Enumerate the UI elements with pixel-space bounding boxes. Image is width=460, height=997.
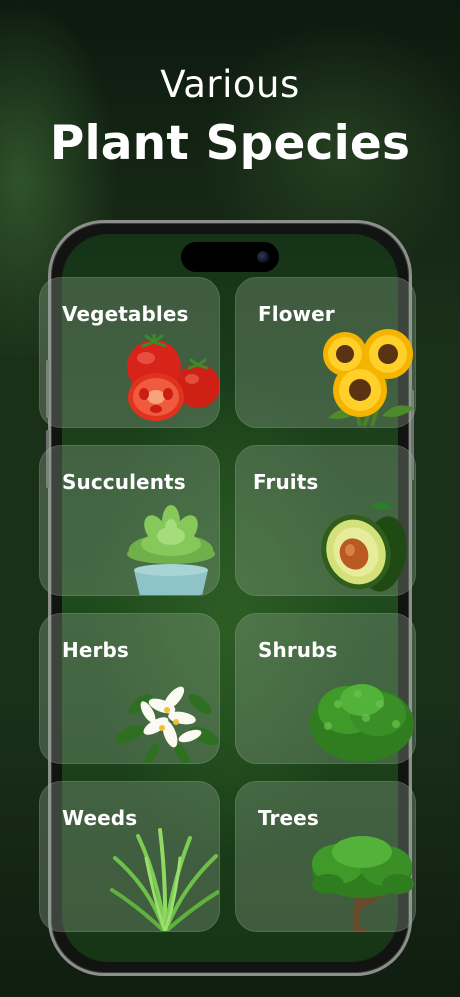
shrub-icon <box>310 684 414 762</box>
category-label: Succulents <box>62 470 186 494</box>
white-flower-icon <box>115 686 219 763</box>
category-label: Trees <box>258 806 319 830</box>
category-card-weeds[interactable]: Weeds <box>39 781 220 932</box>
category-label: Vegetables <box>62 302 189 326</box>
category-card-trees[interactable]: Trees <box>235 781 416 932</box>
category-label: Shrubs <box>258 638 338 662</box>
category-card-flower[interactable]: Flower <box>235 277 416 428</box>
category-label: Fruits <box>253 470 319 494</box>
sunflower-icon <box>323 329 414 427</box>
tomato-icon <box>127 334 219 421</box>
promo-title: Plant Species <box>49 116 411 171</box>
avocado-icon <box>321 502 407 592</box>
category-card-succulents[interactable]: Succulents <box>39 445 220 596</box>
dynamic-island <box>181 242 279 272</box>
category-card-fruits[interactable]: Fruits <box>235 445 416 596</box>
promo-subtitle: Various <box>160 63 300 106</box>
category-card-shrubs[interactable]: Shrubs <box>235 613 416 764</box>
category-label: Flower <box>258 302 335 326</box>
grass-icon <box>110 828 219 931</box>
category-card-herbs[interactable]: Herbs <box>39 613 220 764</box>
category-card-vegetables[interactable]: Vegetables <box>39 277 220 428</box>
succulent-icon <box>127 505 215 595</box>
tree-icon <box>312 836 414 931</box>
category-label: Herbs <box>62 638 129 662</box>
promo-header: Various Plant Species <box>0 62 460 174</box>
category-label: Weeds <box>62 806 138 830</box>
camera-icon <box>257 251 269 263</box>
